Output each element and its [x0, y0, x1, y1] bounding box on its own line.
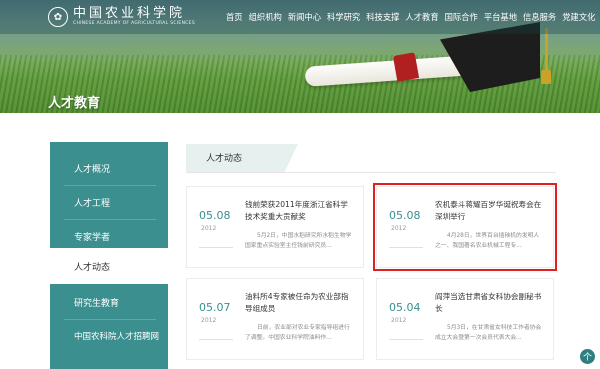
logo-cn: 中国农业科学院 [73, 6, 186, 21]
top-nav: ✿ 中国农业科学院 CHINESE ACADEMY OF AGRICULTURA… [0, 0, 600, 34]
site-logo[interactable]: ✿ 中国农业科学院 CHINESE ACADEMY OF AGRICULTURA… [48, 5, 195, 29]
logo-en: CHINESE ACADEMY OF AGRICULTURAL SCIENCES [73, 21, 195, 26]
sidebar-item-graduate[interactable]: 研究生教育 [50, 286, 168, 318]
news-card[interactable]: 05.07 2012 油料所4专家被任命为农业部指导组成员 日前，农业部对农业专… [186, 278, 364, 360]
news-card[interactable]: 05.08 2012 钱前荣获2011年度浙江省科学技术奖重大贡献奖 5月2日，… [186, 186, 364, 268]
nav-item-home[interactable]: 首页 [226, 10, 243, 24]
date-divider [389, 339, 423, 340]
date-divider [389, 247, 423, 248]
news-date: 05.07 [199, 301, 231, 314]
news-card[interactable]: 05.04 2012 阎萍当选甘肃省女科协会副秘书长 5月3日，在甘肃省女科技工… [376, 278, 554, 360]
news-date: 05.08 [389, 209, 421, 222]
nav-item-international[interactable]: 国际合作 [445, 10, 478, 24]
nav-item-platform[interactable]: 平台基地 [484, 10, 517, 24]
logo-text: 中国农业科学院 CHINESE ACADEMY OF AGRICULTURAL … [73, 7, 195, 27]
banner: ✿ 中国农业科学院 CHINESE ACADEMY OF AGRICULTURA… [0, 0, 600, 113]
nav-item-talent[interactable]: 人才教育 [405, 10, 438, 24]
arrow-up-icon: 个 [582, 353, 592, 363]
news-date: 05.08 [199, 209, 231, 222]
nav-item-research[interactable]: 科学研究 [327, 10, 360, 24]
news-year: 2012 [391, 225, 407, 232]
section-title: 人才动态 [206, 154, 243, 164]
sidebar: 人才概况 人才工程 专家学者 人才动态 研究生教育 中国农科院人才招聘网 [50, 142, 168, 369]
nav-item-organization[interactable]: 组织机构 [249, 10, 282, 24]
news-summary: 5月2日，中国水稻研究所水稻生物学国家重点实验室主任钱前研究员... [245, 233, 352, 249]
news-year: 2012 [391, 317, 407, 324]
diploma-ribbon [392, 52, 420, 82]
news-summary: 4月28日，世界百台插秧机的发明人之一、我国著名农业机械工程专... [435, 233, 540, 249]
news-year: 2012 [201, 225, 217, 232]
news-year: 2012 [201, 317, 217, 324]
news-card-highlighted[interactable]: 05.08 2012 农机泰斗蒋耀百岁华诞祝寿会在深圳举行 4月28日，世界百台… [373, 183, 557, 271]
date-divider [199, 247, 233, 248]
nav-item-party[interactable]: 党建文化 [562, 10, 595, 24]
sidebar-item-overview[interactable]: 人才概况 [50, 152, 168, 184]
page-title: 人才教育 [48, 96, 101, 111]
date-divider [199, 339, 233, 340]
news-date: 05.04 [389, 301, 421, 314]
news-title[interactable]: 阎萍当选甘肃省女科协会副秘书长 [435, 291, 545, 315]
cap-tassel-end [541, 70, 551, 84]
nav-menu: 首页 组织机构 新闻中心 科学研究 科技支撑 人才教育 国际合作 平台基地 信息… [226, 10, 600, 24]
academy-emblem-icon: ✿ [48, 7, 68, 27]
news-summary: 日前，农业部对农业专家指导组进行了调整。中国农业科学院油料作... [245, 325, 350, 341]
back-to-top-button[interactable]: 个 [580, 349, 595, 364]
news-summary: 5月3日，在甘肃省女科技工作者协会成立大会暨第一次会员代表大会... [435, 325, 542, 341]
news-title[interactable]: 农机泰斗蒋耀百岁华诞祝寿会在深圳举行 [435, 199, 545, 223]
section-divider [186, 172, 556, 173]
sidebar-item-news[interactable]: 人才动态 [50, 248, 168, 284]
sidebar-item-projects[interactable]: 人才工程 [50, 186, 168, 218]
sidebar-item-recruitment[interactable]: 中国农科院人才招聘网 [50, 320, 168, 352]
nav-item-info[interactable]: 信息服务 [523, 10, 556, 24]
news-title[interactable]: 油料所4专家被任命为农业部指导组成员 [245, 291, 355, 315]
nav-item-news[interactable]: 新闻中心 [288, 10, 321, 24]
nav-item-support[interactable]: 科技支撑 [366, 10, 399, 24]
news-title[interactable]: 钱前荣获2011年度浙江省科学技术奖重大贡献奖 [245, 199, 355, 223]
